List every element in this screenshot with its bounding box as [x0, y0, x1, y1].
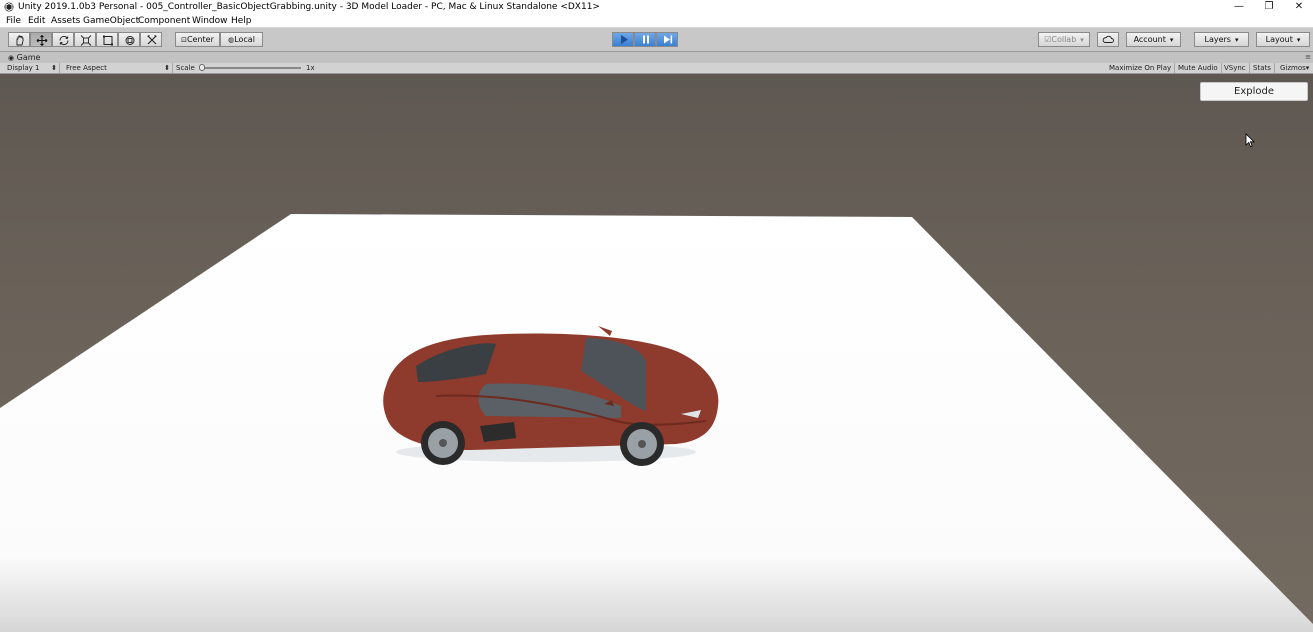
menu-window[interactable]: Window — [192, 14, 228, 28]
explode-button[interactable]: Explode — [1200, 82, 1308, 101]
menu-bar: File Edit Assets GameObject Component Wi… — [0, 14, 1313, 28]
layers-dropdown[interactable]: Layers ▾ — [1194, 32, 1249, 47]
chevron-down-icon: ▾ — [1169, 36, 1174, 44]
custom-tool-icon — [147, 35, 157, 45]
restore-button[interactable]: ❐ — [1252, 0, 1286, 14]
account-dropdown[interactable]: Account ▾ — [1126, 32, 1181, 47]
chevron-down-icon: ▾ — [1080, 36, 1084, 44]
gizmos-label: Gizmos — [1280, 64, 1306, 72]
minimize-button[interactable]: — — [1222, 0, 1256, 14]
transform-tool-button[interactable] — [118, 32, 140, 47]
collab-button[interactable]: ☑Collab ▾ — [1038, 32, 1090, 47]
layers-label: Layers — [1204, 35, 1231, 44]
move-icon — [36, 35, 48, 46]
pivot-center-label: Center — [186, 35, 214, 44]
chevron-updown-icon: ⬍ — [51, 64, 57, 72]
aspect-label: Free Aspect — [66, 64, 107, 72]
menu-file[interactable]: File — [6, 14, 21, 28]
custom-tool-button[interactable] — [140, 32, 162, 47]
scale-tool-button[interactable] — [74, 32, 96, 47]
rect-icon — [103, 35, 113, 46]
cloud-button[interactable] — [1097, 32, 1119, 47]
account-label: Account — [1133, 35, 1166, 44]
tab-menu-icon[interactable]: ≡ — [1305, 52, 1311, 62]
scale-value: 1x — [306, 64, 315, 72]
scale-slider-track[interactable] — [201, 67, 301, 69]
chevron-updown-icon: ⬍ — [164, 64, 170, 72]
move-tool-button[interactable] — [30, 32, 52, 47]
step-icon — [664, 35, 673, 44]
collab-label: Collab — [1051, 35, 1077, 44]
vsync-toggle[interactable]: VSync — [1221, 63, 1250, 73]
menu-gameobject[interactable]: GameObject — [83, 14, 139, 28]
close-button[interactable]: ✕ — [1282, 0, 1313, 14]
layout-label: Layout — [1265, 35, 1293, 44]
gizmos-dropdown[interactable]: Gizmos▾ — [1277, 63, 1312, 73]
main-toolbar: ⊡Center ◍Local ☑Collab ▾ Account ▾ Layers ▾… — [0, 28, 1313, 52]
aspect-dropdown[interactable]: Free Aspect ⬍ — [63, 63, 173, 73]
game-view-controls: Display 1 ⬍ Free Aspect ⬍ Scale 1x Maxim… — [0, 63, 1313, 74]
unity-logo-icon — [4, 2, 14, 12]
cloud-icon — [1102, 35, 1114, 43]
stats-toggle[interactable]: Stats — [1250, 63, 1275, 73]
scale-slider-thumb[interactable] — [199, 64, 205, 71]
play-button[interactable] — [612, 32, 634, 47]
chevron-down-icon: ▾ — [1296, 36, 1301, 44]
window-titlebar: Unity 2019.1.0b3 Personal - 005_Controll… — [0, 0, 1313, 14]
display-dropdown[interactable]: Display 1 ⬍ — [4, 63, 60, 73]
pause-icon — [643, 35, 649, 44]
menu-component[interactable]: Component — [138, 14, 190, 28]
play-icon — [621, 35, 628, 44]
chevron-down-icon: ▾ — [1305, 64, 1310, 72]
pivot-local-button[interactable]: ◍Local — [220, 32, 263, 47]
window-title: Unity 2019.1.0b3 Personal - 005_Controll… — [18, 2, 600, 12]
tab-game-label: Game — [16, 53, 41, 62]
display-label: Display 1 — [7, 64, 40, 72]
menu-help[interactable]: Help — [231, 14, 252, 28]
pause-button[interactable] — [634, 32, 656, 47]
rotate-tool-button[interactable] — [52, 32, 74, 47]
scale-control: Scale 1x — [173, 63, 323, 73]
sports-car-model — [383, 326, 719, 466]
rotate-icon — [59, 35, 69, 46]
game-tab-header: ◉ Game ≡ — [0, 52, 1313, 63]
maximize-on-play-toggle[interactable]: Maximize On Play — [1106, 63, 1176, 73]
menu-assets[interactable]: Assets — [51, 14, 80, 28]
pivot-center-button[interactable]: ⊡Center — [175, 32, 220, 47]
transform-icon — [125, 36, 135, 45]
game-viewport[interactable]: Explode — [0, 74, 1313, 632]
pivot-local-label: Local — [234, 35, 255, 44]
menu-edit[interactable]: Edit — [28, 14, 45, 28]
hand-icon — [16, 35, 24, 46]
mouse-cursor-icon — [1245, 133, 1255, 148]
scale-label: Scale — [176, 64, 195, 72]
layout-dropdown[interactable]: Layout ▾ — [1256, 32, 1310, 47]
chevron-down-icon: ▾ — [1234, 36, 1239, 44]
game-controller-icon: ◉ — [8, 54, 15, 62]
mute-audio-toggle[interactable]: Mute Audio — [1175, 63, 1222, 73]
step-button[interactable] — [656, 32, 678, 47]
rect-tool-button[interactable] — [96, 32, 118, 47]
hand-tool-button[interactable] — [8, 32, 30, 47]
scale-icon — [80, 35, 92, 46]
